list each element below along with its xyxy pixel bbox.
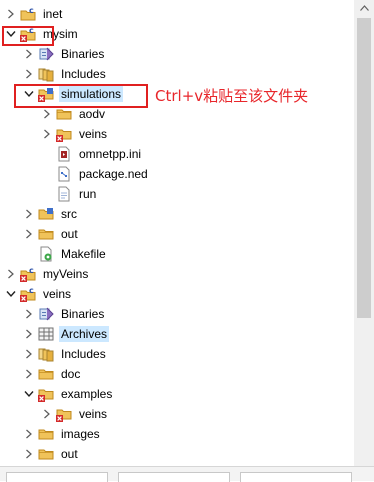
tree-item-out[interactable]: out (0, 224, 354, 244)
folder-icon (56, 106, 72, 122)
c-project-error-icon: c (20, 286, 36, 302)
tree-item-doc[interactable]: doc (0, 364, 354, 384)
chevron-right-icon[interactable] (6, 9, 16, 19)
tree-item-veins[interactable]: veins (0, 404, 354, 424)
folder-error-icon (56, 126, 72, 142)
tree-item-archives[interactable]: Archives (0, 324, 354, 344)
chevron-right-icon[interactable] (24, 229, 34, 239)
chevron-right-icon[interactable] (24, 429, 34, 439)
c-project-error-icon: c (20, 266, 36, 282)
bottom-tab[interactable] (6, 472, 108, 482)
tree-item-label: veins (43, 287, 72, 301)
tree-item-label: Binaries (61, 47, 105, 61)
includes-icon (38, 66, 54, 82)
tree-item-label: inet (43, 7, 63, 21)
includes-icon (38, 346, 54, 362)
tree-item-label: aodv (79, 107, 106, 121)
svg-text:c: c (29, 6, 34, 15)
folder-icon (38, 426, 54, 442)
chevron-right-icon[interactable] (24, 329, 34, 339)
tree-item-label: images (61, 427, 100, 441)
tree-item-label: src (61, 207, 77, 221)
project-explorer-tree: c inet c mysim Binaries Includes simulations ao… (0, 0, 354, 466)
tree-item-src[interactable]: src (0, 204, 354, 224)
tree-item-myveins[interactable]: c myVeins (0, 264, 354, 284)
tree-item-binaries[interactable]: Binaries (0, 44, 354, 64)
file-icon (56, 186, 72, 202)
tree-item-includes[interactable]: Includes (0, 64, 354, 84)
tree-item-images[interactable]: images (0, 424, 354, 444)
archives-icon (38, 326, 54, 342)
highlight-box-simulations (14, 84, 148, 108)
svg-text:c: c (29, 266, 34, 275)
folder-icon (38, 366, 54, 382)
bottom-tab[interactable] (118, 472, 230, 482)
tree-item-label: myVeins (43, 267, 89, 281)
tree-item-veins[interactable]: veins (0, 124, 354, 144)
tree-item-label: out (61, 227, 78, 241)
chevron-right-icon[interactable] (24, 49, 34, 59)
tree-item-label: Includes (61, 347, 106, 361)
chevron-down-icon[interactable] (24, 389, 34, 399)
scrollbar-thumb[interactable] (357, 18, 371, 318)
tree-item-label: Binaries (61, 307, 105, 321)
c-project-icon: c (20, 6, 36, 22)
source-folder-icon (38, 206, 54, 222)
folder-error-icon (56, 406, 72, 422)
tree-item-label: omnetpp.ini (79, 147, 142, 161)
tree-item-includes[interactable]: Includes (0, 344, 354, 364)
tree-item-inet[interactable]: c inet (0, 4, 354, 24)
svg-text:c: c (29, 286, 34, 295)
tree-item-makefile[interactable]: Makefile (0, 244, 354, 264)
folder-icon (38, 226, 54, 242)
chevron-right-icon[interactable] (24, 369, 34, 379)
ini-file-icon (56, 146, 72, 162)
vertical-scrollbar[interactable] (354, 0, 374, 466)
chevron-right-icon[interactable] (42, 109, 52, 119)
annotation-text: Ctrl+v粘贴至该文件夹 (155, 87, 309, 105)
tree-item-run[interactable]: run (0, 184, 354, 204)
chevron-right-icon[interactable] (42, 409, 52, 419)
tree-item-label: veins (79, 407, 108, 421)
ned-file-icon (56, 166, 72, 182)
scroll-up-arrow-icon[interactable] (354, 0, 374, 16)
bottom-tab[interactable] (240, 472, 352, 482)
tree-item-label: Includes (61, 67, 106, 81)
tree-item-label: Archives (59, 326, 110, 342)
tree-item-label: run (79, 187, 97, 201)
tree-item-veins[interactable]: c veins (0, 284, 354, 304)
makefile-icon (38, 246, 54, 262)
tree-item-label: package.ned (79, 167, 148, 181)
chevron-down-icon[interactable] (6, 289, 16, 299)
chevron-right-icon[interactable] (24, 449, 34, 459)
binaries-icon (38, 46, 54, 62)
folder-icon (38, 446, 54, 462)
tree-item-package-ned[interactable]: package.ned (0, 164, 354, 184)
tree-item-label: examples (61, 387, 113, 401)
tree-item-label: out (61, 447, 78, 461)
chevron-right-icon[interactable] (42, 129, 52, 139)
chevron-right-icon[interactable] (24, 309, 34, 319)
tree-item-examples[interactable]: examples (0, 384, 354, 404)
highlight-box-mysim (2, 26, 54, 46)
tree-item-omnetpp-ini[interactable]: omnetpp.ini (0, 144, 354, 164)
chevron-right-icon[interactable] (24, 209, 34, 219)
binaries-icon (38, 306, 54, 322)
tree-item-label: veins (79, 127, 108, 141)
folder-error-icon (38, 386, 54, 402)
chevron-right-icon[interactable] (6, 269, 16, 279)
tree-item-label: Makefile (61, 247, 106, 261)
chevron-right-icon[interactable] (24, 69, 34, 79)
tree-item-out[interactable]: out (0, 444, 354, 464)
tree-item-binaries[interactable]: Binaries (0, 304, 354, 324)
chevron-right-icon[interactable] (24, 349, 34, 359)
tree-item-label: doc (61, 367, 81, 381)
bottom-panel-tabs (0, 466, 374, 482)
